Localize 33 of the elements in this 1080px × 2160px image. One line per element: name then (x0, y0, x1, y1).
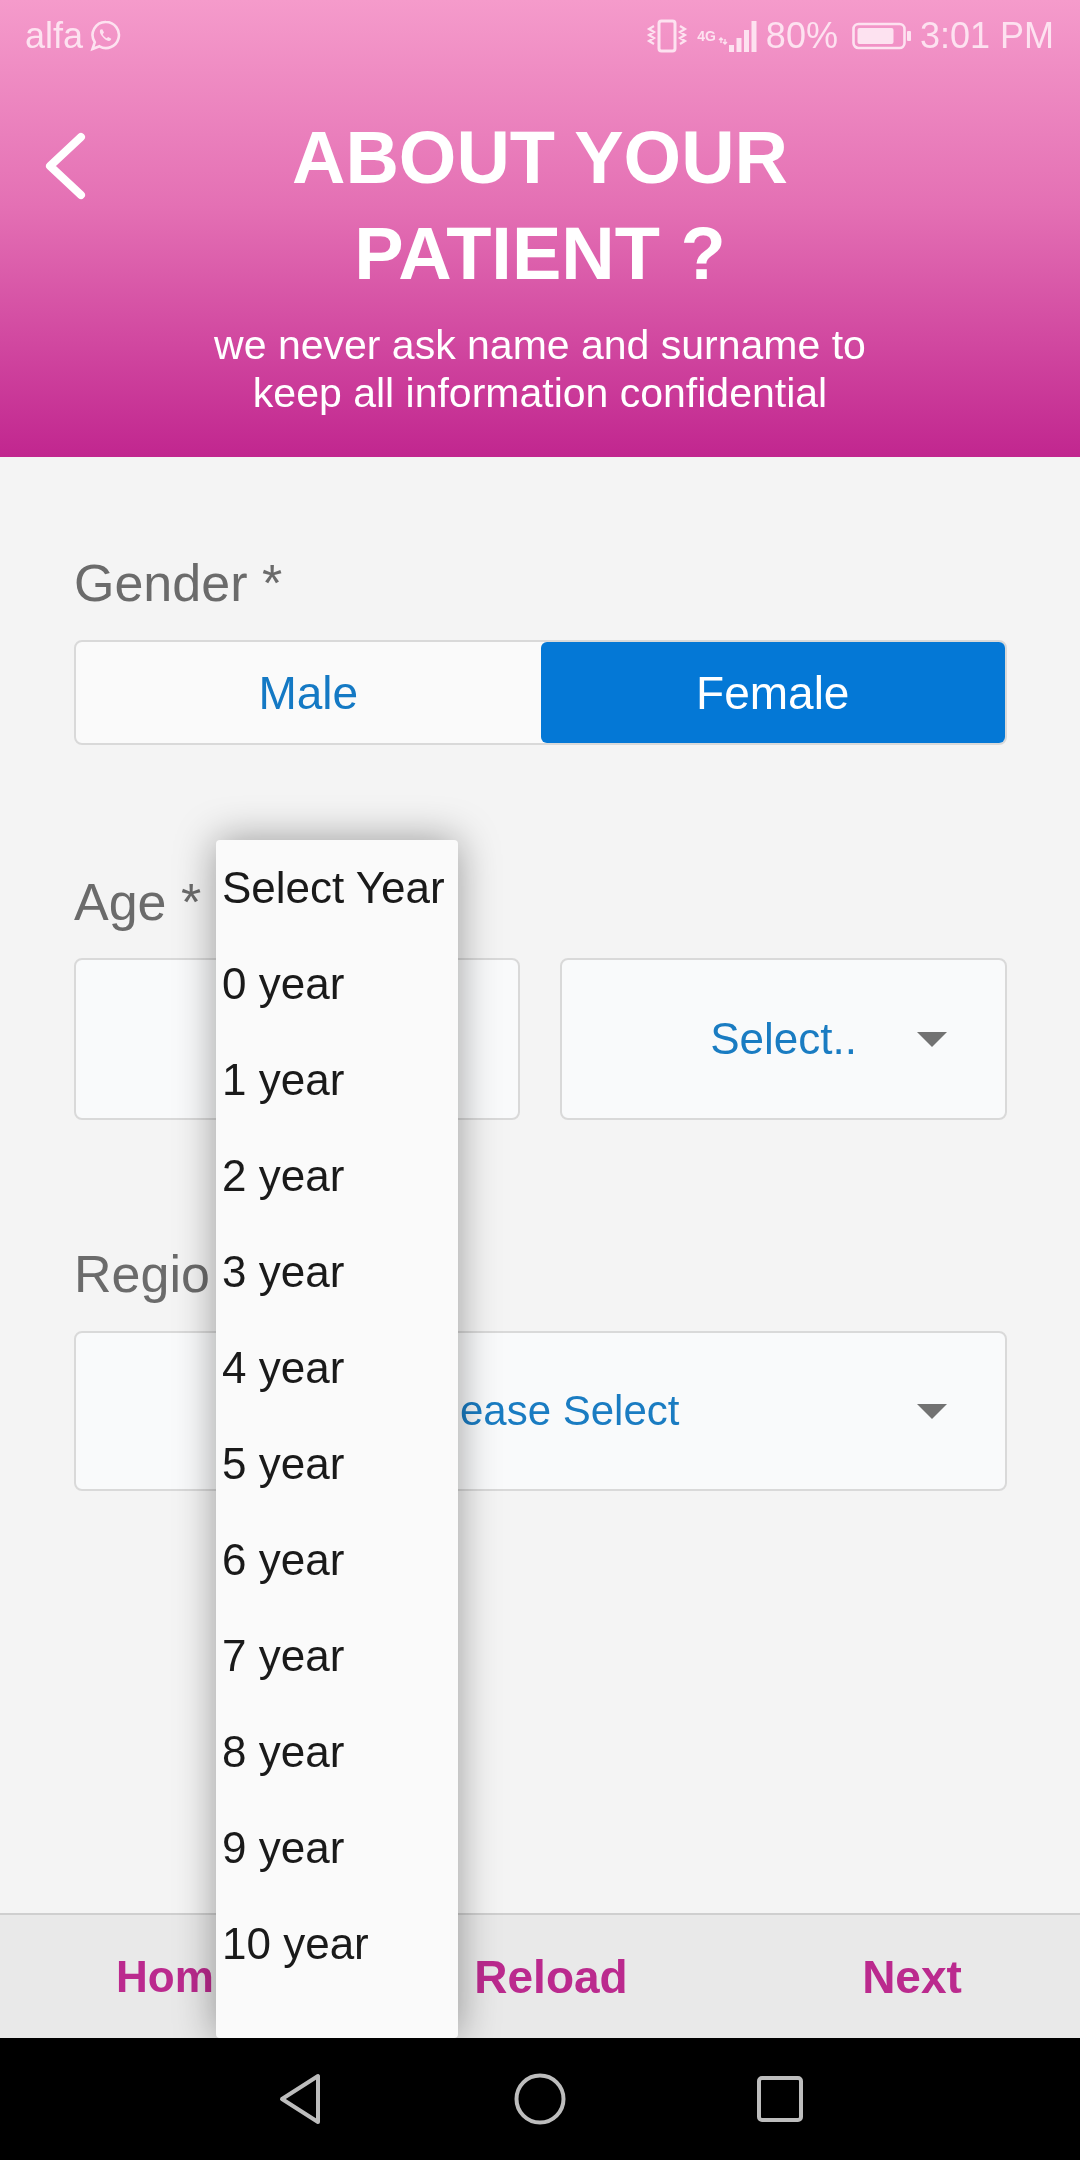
dropdown-option[interactable]: 3 year (216, 1224, 458, 1320)
dropdown-option[interactable]: 10 year (216, 1896, 458, 1992)
page-subtitle: we never ask name and surname to keep all information confidential (213, 321, 867, 417)
battery-icon (851, 21, 912, 51)
page-title: ABOUT YOUR PATIENT ? (290, 115, 790, 297)
field-label: Age * (74, 872, 202, 932)
field-label: Regio (74, 1244, 210, 1304)
caret-down-icon (917, 1403, 947, 1419)
home-circle-icon[interactable] (514, 2073, 566, 2125)
footer-button[interactable]: Hom (116, 1951, 214, 2002)
gender-option-button[interactable]: Male (76, 642, 541, 743)
caret-down-icon (917, 1031, 947, 1047)
dropdown-option[interactable]: 1 year (216, 1032, 458, 1128)
dropdown-option[interactable]: 7 year (216, 1608, 458, 1704)
clock-time: 3:01 PM (919, 15, 1054, 57)
square-icon[interactable] (757, 2076, 803, 2122)
dropdown-option[interactable]: 0 year (216, 936, 458, 1032)
back-icon[interactable] (43, 132, 87, 200)
footer-button[interactable]: Reload (474, 1949, 628, 2004)
select-field[interactable]: Select.. (560, 958, 1007, 1120)
battery-percent: 80% (765, 15, 838, 57)
dropdown-option[interactable]: 6 year (216, 1512, 458, 1608)
network-type: 4G (697, 29, 716, 43)
signal-icon (717, 19, 758, 53)
dropdown-option[interactable]: Select Year (216, 840, 458, 936)
gender-option-button[interactable]: Female (540, 642, 1005, 743)
dropdown-option[interactable]: 9 year (216, 1800, 458, 1896)
footer-button[interactable]: Next (862, 1949, 962, 2004)
field-label: Gender * (74, 553, 283, 613)
dropdown-option[interactable]: 2 year (216, 1128, 458, 1224)
carrier-name: alfa (25, 15, 84, 57)
dropdown-option[interactable]: 8 year (216, 1704, 458, 1800)
back-triangle-icon[interactable] (278, 2073, 322, 2125)
